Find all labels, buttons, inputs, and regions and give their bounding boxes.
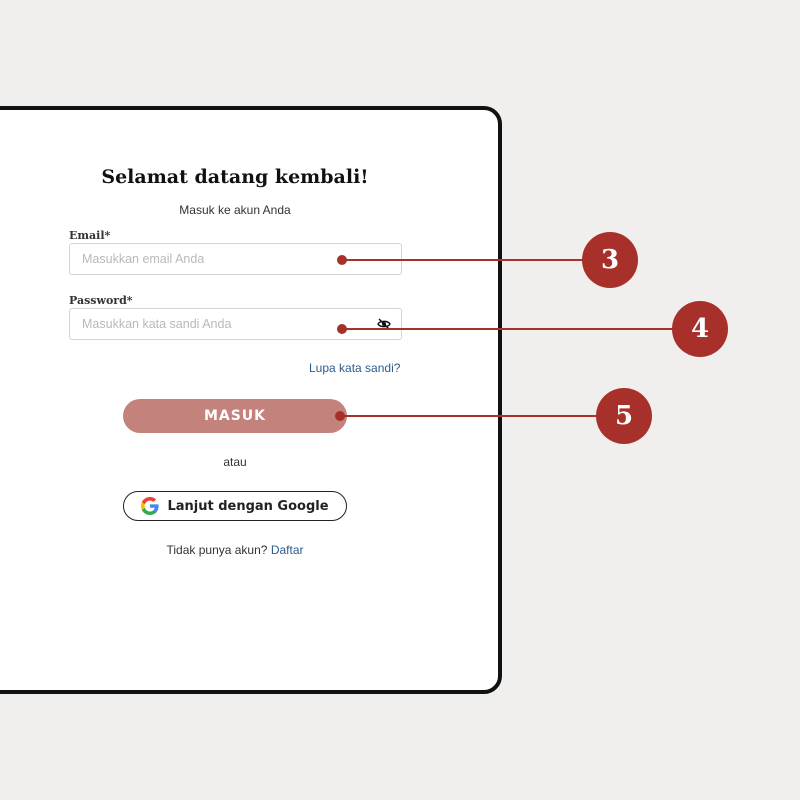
google-signin-button[interactable]: Lanjut dengan Google [123,491,347,521]
google-button-label: Lanjut dengan Google [167,498,329,514]
signup-prompt-text: Tidak punya akun? [166,543,268,557]
signup-prompt: Tidak punya akun? Daftar [0,543,470,557]
eye-slash-icon[interactable] [377,318,391,330]
divider-text: atau [223,455,247,469]
password-field[interactable] [69,308,402,340]
forgot-password-link[interactable]: Lupa kata sandi? [309,361,400,375]
password-label: Password* [69,294,133,307]
annotation-marker-3: 3 [582,232,638,288]
annotation-marker-5: 5 [596,388,652,444]
signup-link[interactable]: Daftar [271,543,304,557]
email-field[interactable] [69,243,402,275]
masuk-button[interactable]: MASUK [123,399,347,433]
annotation-marker-4: 4 [672,301,728,357]
google-logo-icon [141,497,160,515]
email-label: Email* [69,229,111,242]
page-subtitle: Masuk ke akun Anda [179,203,291,217]
page-title: Selamat datang kembali! [101,166,369,188]
